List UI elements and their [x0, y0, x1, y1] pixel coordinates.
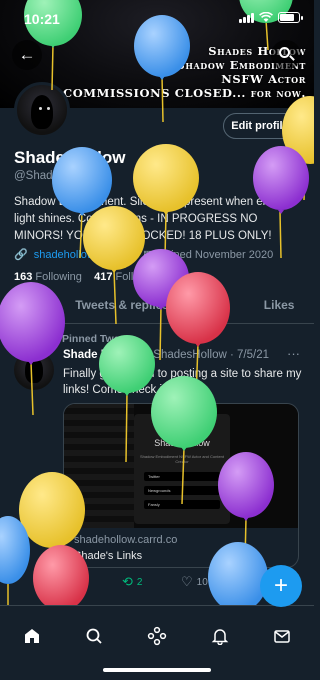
- edit-profile-button[interactable]: Edit profile: [223, 113, 297, 139]
- calendar-icon: ▦: [143, 249, 154, 261]
- profile-bio: Shadow Embodiment. Silent, but present w…: [14, 196, 295, 242]
- compose-tweet-button[interactable]: +: [260, 565, 302, 607]
- follow-counts: 163 Following 417 Followers: [14, 271, 163, 283]
- search-button[interactable]: [271, 40, 301, 70]
- status-icons: [239, 12, 303, 23]
- card-title: Shade's Links: [74, 550, 143, 562]
- balloon: [0, 516, 30, 615]
- profile-name: Shade Hollow: [14, 148, 126, 167]
- card-domain: shadehollow.carrd.co: [74, 534, 178, 546]
- profile-link[interactable]: shadehollow.carrd.co: [34, 249, 137, 261]
- profile-meta: 🔗 shadehollow.carrd.co ▦ Joined November…: [14, 248, 274, 262]
- home-indicator: [103, 668, 211, 672]
- plus-icon: +: [273, 572, 288, 599]
- tab-likes[interactable]: Likes: [244, 290, 314, 323]
- retweet-button[interactable]: ⟲ 2: [122, 574, 181, 589]
- profile-handle: @ShadesHollow: [14, 170, 100, 182]
- reply-icon: [63, 576, 76, 588]
- wifi-icon: [259, 12, 273, 22]
- more-icon[interactable]: ···: [287, 346, 300, 361]
- nav-spaces[interactable]: [137, 616, 177, 656]
- notifications-icon: [211, 629, 229, 645]
- bottom-nav: [0, 605, 314, 680]
- balloon: [282, 96, 314, 201]
- like-button[interactable]: ♡ 10: [181, 574, 240, 589]
- link-card[interactable]: Shade Hollow Shadow Embodiment NSFW Acto…: [63, 403, 299, 568]
- nav-home[interactable]: [12, 616, 52, 656]
- back-button[interactable]: ←: [12, 40, 42, 70]
- card-image: Shade Hollow Shadow Embodiment NSFW Acto…: [64, 404, 298, 528]
- spaces-icon: [147, 626, 167, 646]
- tweet-avatar[interactable]: [14, 350, 54, 390]
- pinned-label: Pinned Tweet: [62, 333, 129, 345]
- tweet-header: Shade Hollow @ShadesHollow · 7/5/21: [63, 349, 269, 361]
- heart-icon: ♡: [181, 574, 193, 589]
- card-preview-button: Newgrounds: [144, 486, 220, 495]
- share-icon: [240, 576, 252, 588]
- signal-icon: [239, 12, 254, 23]
- nav-notifications[interactable]: [200, 616, 240, 656]
- messages-icon: [274, 630, 290, 643]
- card-preview-subtitle: Shadow Embodiment NSFW Actor and Content…: [139, 454, 225, 464]
- card-preview: Shade Hollow Shadow Embodiment NSFW Acto…: [134, 414, 230, 524]
- status-bar: 10:21: [0, 0, 314, 36]
- pin-icon: [45, 334, 55, 344]
- profile-tabs: Tweets Tweets & replies Media Likes: [0, 290, 314, 324]
- tab-tweets[interactable]: Tweets: [0, 290, 70, 324]
- banner-text: Shades Hollow Shadow Embodiment NSFW Act…: [62, 44, 306, 100]
- followers-link[interactable]: 417 Followers: [94, 271, 163, 283]
- reply-button[interactable]: [63, 575, 122, 589]
- arrow-left-icon: ←: [18, 45, 36, 64]
- tab-media[interactable]: Media: [174, 290, 244, 323]
- like-count: 10: [196, 576, 208, 588]
- card-preview-button: Fansly: [144, 500, 220, 509]
- tweet-date: · 7/5/21: [230, 349, 270, 361]
- home-icon: [25, 629, 39, 643]
- tab-tweets-replies[interactable]: Tweets & replies: [70, 290, 175, 323]
- card-preview-title: Shade Hollow: [154, 438, 210, 448]
- tweet-text: Finally got around to posting a site to …: [63, 368, 302, 396]
- status-time: 10:21: [24, 11, 60, 27]
- battery-icon: [278, 12, 303, 23]
- link-icon: 🔗: [14, 249, 28, 261]
- retweet-count: 2: [136, 576, 143, 588]
- search-icon: [86, 628, 102, 644]
- card-preview-button: Twitter: [144, 472, 220, 481]
- avatar[interactable]: [14, 82, 70, 138]
- joined-date: Joined November 2020: [159, 248, 274, 261]
- retweet-icon: ⟲: [122, 574, 133, 589]
- nav-search[interactable]: [74, 616, 114, 656]
- following-link[interactable]: 163 Following: [14, 271, 82, 283]
- tweet-author[interactable]: Shade Hollow: [63, 349, 138, 361]
- nav-messages[interactable]: [262, 616, 302, 656]
- tweet-handle: @ShadesHollow: [141, 349, 227, 361]
